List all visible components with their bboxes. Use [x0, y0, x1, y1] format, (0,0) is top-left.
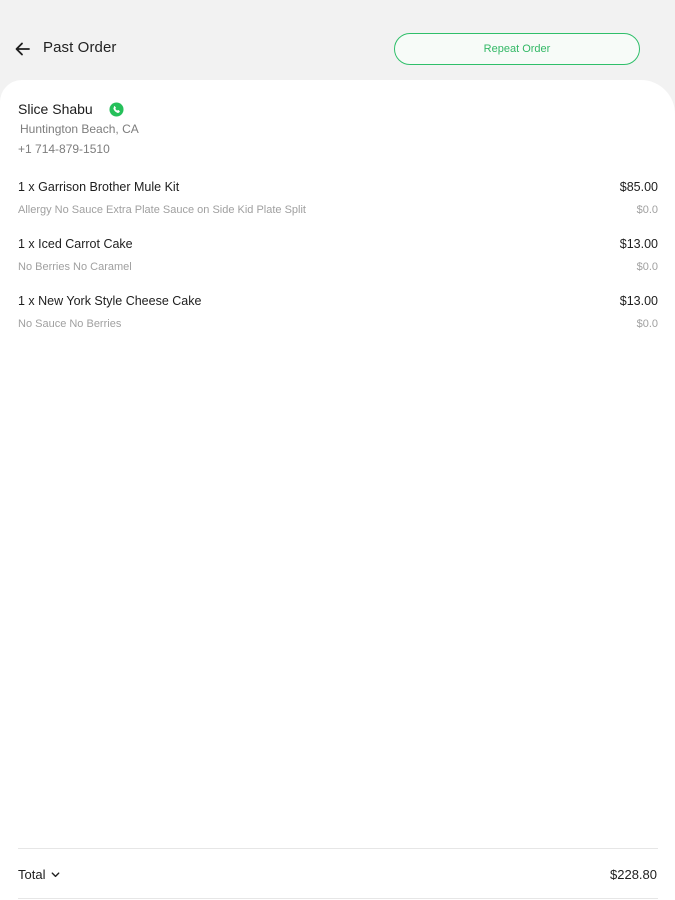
item-price: $85.00: [619, 180, 658, 194]
store-location: Huntington Beach, CA: [20, 122, 139, 136]
item-name: 1 x Garrison Brother Mule Kit: [18, 180, 180, 194]
item-modifiers-price: $0.0: [636, 318, 658, 330]
order-details-card: Slice Shabu Huntington Beach, CA +1 714-…: [0, 80, 675, 900]
item-name: 1 x Iced Carrot Cake: [18, 237, 133, 251]
total-label: Total: [18, 867, 46, 882]
item-modifiers-price: $0.0: [636, 204, 658, 216]
item-modifiers: Allergy No Sauce Extra Plate Sauce on Si…: [18, 204, 306, 216]
phone-icon[interactable]: [109, 101, 124, 117]
divider: [18, 898, 658, 899]
divider: [18, 848, 658, 849]
header: Past Order Repeat Order: [0, 0, 675, 82]
item-modifiers: No Sauce No Berries: [18, 318, 122, 330]
chevron-down-icon: [52, 872, 60, 878]
order-item: 1 x New York Style Cheese Cake $13.00 No…: [18, 294, 658, 334]
repeat-order-button[interactable]: Repeat Order: [394, 33, 640, 65]
item-name: 1 x New York Style Cheese Cake: [18, 294, 202, 308]
item-modifiers-price: $0.0: [636, 261, 658, 273]
back-button[interactable]: [12, 38, 34, 60]
item-modifiers: No Berries No Caramel: [18, 261, 132, 273]
arrow-left-icon: [15, 42, 30, 56]
total-toggle[interactable]: Total: [18, 867, 61, 882]
past-order-screen: Past Order Repeat Order Slice Shabu Hunt…: [0, 0, 675, 900]
store-phone: +1 714-879-1510: [18, 142, 110, 156]
order-item: 1 x Iced Carrot Cake $13.00 No Berries N…: [18, 237, 658, 277]
page-title: Past Order: [43, 39, 117, 56]
store-name-row: Slice Shabu: [18, 100, 124, 118]
item-price: $13.00: [619, 294, 658, 308]
item-price: $13.00: [619, 237, 658, 251]
order-item: 1 x Garrison Brother Mule Kit $85.00 All…: [18, 180, 658, 220]
total-value: $228.80: [610, 867, 657, 882]
store-name: Slice Shabu: [18, 101, 93, 117]
